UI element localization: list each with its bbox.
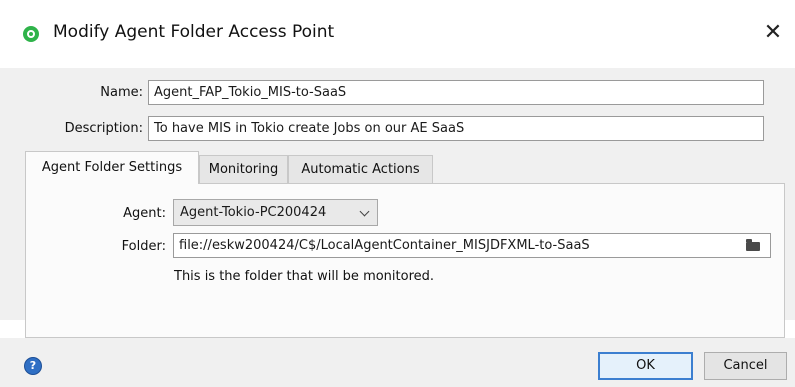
tab-automatic-actions[interactable]: Automatic Actions — [288, 155, 433, 183]
folder-icon[interactable] — [746, 239, 760, 251]
folder-label: Folder: — [121, 239, 166, 254]
cancel-button[interactable]: Cancel — [704, 352, 787, 380]
description-input[interactable]: To have MIS in Tokio create Jobs on our … — [148, 116, 764, 141]
close-icon[interactable]: ✕ — [758, 18, 788, 48]
agent-label: Agent: — [123, 206, 166, 221]
folder-input-value: file://eskw200424/C$/LocalAgentContainer… — [179, 238, 590, 253]
dialog-titlebar: Modify Agent Folder Access Point ✕ — [0, 0, 795, 68]
chevron-down-icon — [359, 206, 370, 217]
name-input[interactable]: Agent_FAP_Tokio_MIS-to-SaaS — [148, 80, 764, 105]
dialog-title: Modify Agent Folder Access Point — [53, 22, 335, 42]
folder-input[interactable]: file://eskw200424/C$/LocalAgentContainer… — [173, 233, 771, 258]
folder-hint: This is the folder that will be monitore… — [174, 269, 435, 284]
agent-select[interactable]: Agent-Tokio-PC200424 — [173, 199, 378, 226]
ok-button[interactable]: OK — [598, 352, 693, 380]
help-icon[interactable]: ? — [24, 357, 42, 375]
agent-select-value: Agent-Tokio-PC200424 — [180, 205, 327, 220]
circle-dot-icon — [23, 26, 39, 42]
tab-agent-folder-settings[interactable]: Agent Folder Settings — [25, 151, 199, 184]
description-label: Description: — [64, 121, 143, 136]
tab-monitoring[interactable]: Monitoring — [199, 155, 288, 183]
name-label: Name: — [100, 85, 143, 100]
